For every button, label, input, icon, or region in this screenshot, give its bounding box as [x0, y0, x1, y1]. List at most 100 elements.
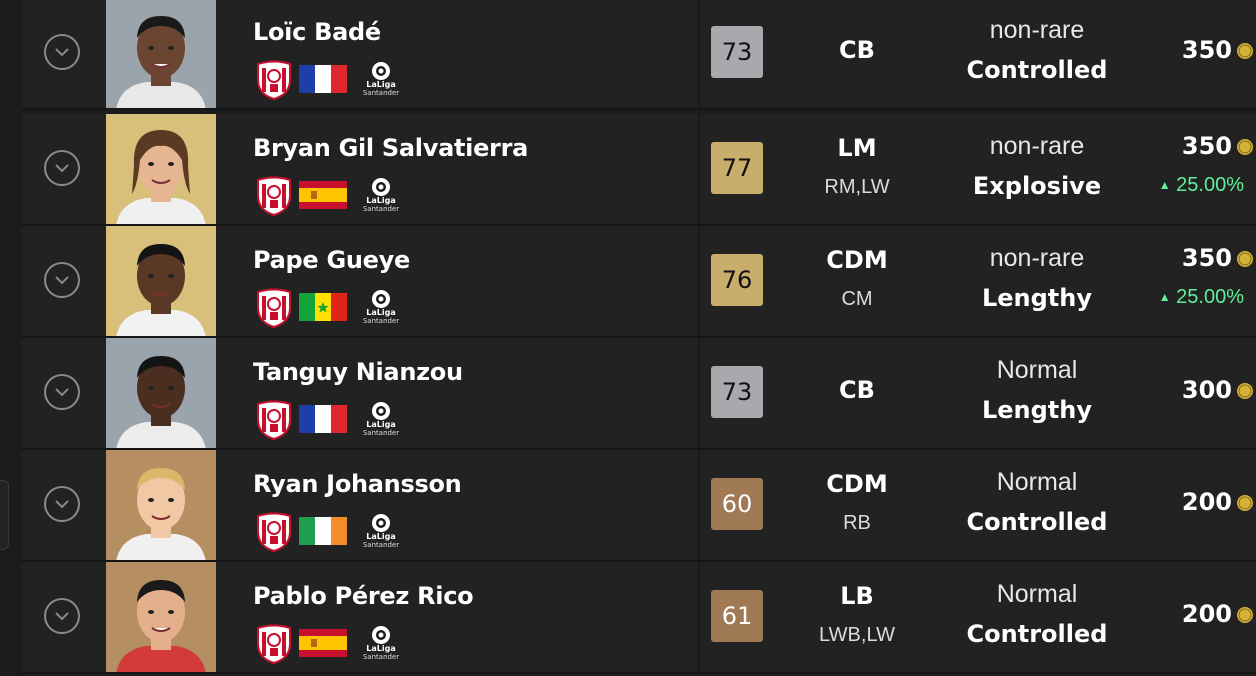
laliga-logo-icon: LaLiga Santander [356, 624, 406, 664]
card-rarity: Normal [996, 356, 1078, 384]
league-logo-text: LaLiga [366, 532, 396, 541]
card-rarity: non-rare [989, 244, 1085, 272]
fut-coin-icon [1236, 250, 1254, 268]
player-name[interactable]: Ryan Johansson [253, 470, 462, 498]
sevilla-crest-icon [256, 512, 292, 553]
main-position: LM [837, 134, 877, 162]
price-value: 350 [1181, 132, 1232, 160]
table-row[interactable]: Ryan Johansson LaLiga Santander 60 CDM R… [22, 450, 1256, 562]
price-change: ▲ 25.00% [1122, 286, 1244, 309]
main-position: CB [839, 36, 875, 64]
column-divider [698, 114, 700, 226]
player-photo [106, 450, 216, 562]
player-name[interactable]: Pablo Pérez Rico [253, 582, 474, 610]
table-row[interactable]: Bryan Gil Salvatierra LaLiga Santander 7… [22, 114, 1256, 226]
player-photo [106, 114, 216, 226]
chevron-down-circle-icon[interactable] [44, 150, 80, 186]
laliga-logo-icon: LaLiga Santander [356, 288, 406, 328]
player-photo [106, 226, 216, 338]
laliga-logo-icon: LaLiga Santander [356, 176, 406, 216]
nation-flag-icon [299, 517, 347, 545]
price-value: 350 [1181, 244, 1232, 272]
price-change-value: 25.00% [1176, 174, 1244, 196]
table-row[interactable]: Pablo Pérez Rico LaLiga Santander 61 LB … [22, 562, 1256, 674]
accelerate-type: Lengthy [981, 284, 1093, 312]
price-value: 350 [1181, 36, 1232, 64]
fut-coin-icon [1236, 42, 1254, 60]
league-logo-subtext: Santander [362, 541, 400, 549]
player-photo [106, 562, 216, 674]
chevron-down-circle-icon[interactable] [44, 374, 80, 410]
league-logo-subtext: Santander [362, 89, 400, 97]
laliga-logo-icon: LaLiga Santander [356, 400, 406, 440]
accelerate-type: Controlled [966, 620, 1108, 648]
rating-badge: 61 [711, 590, 763, 642]
league-logo-subtext: Santander [362, 429, 400, 437]
main-position: CDM [826, 470, 888, 498]
price-value: 200 [1181, 488, 1232, 516]
rating-badge: 76 [711, 254, 763, 306]
alt-positions: LWB,LW [819, 624, 895, 646]
accelerate-type: Controlled [966, 508, 1108, 536]
rating-badge: 77 [711, 142, 763, 194]
card-rarity: Normal [996, 468, 1078, 496]
league-logo-subtext: Santander [362, 653, 400, 661]
league-logo-subtext: Santander [362, 205, 400, 213]
column-divider [698, 562, 700, 674]
chevron-down-circle-icon[interactable] [44, 34, 80, 70]
fut-coin-icon [1236, 138, 1254, 156]
chevron-down-circle-icon[interactable] [44, 486, 80, 522]
triangle-up-icon: ▲ [1158, 290, 1171, 304]
column-divider [698, 0, 700, 110]
accelerate-type: Controlled [966, 56, 1108, 84]
rating-badge: 73 [711, 366, 763, 418]
league-logo-text: LaLiga [366, 420, 396, 429]
fut-coin-icon [1236, 494, 1254, 512]
sevilla-crest-icon [256, 624, 292, 665]
column-divider [698, 338, 700, 450]
chevron-down-circle-icon[interactable] [44, 262, 80, 298]
table-row[interactable]: Tanguy Nianzou LaLiga Santander 73 CB No… [22, 338, 1256, 450]
accelerate-type: Lengthy [981, 396, 1093, 424]
laliga-logo-icon: LaLiga Santander [356, 512, 406, 552]
card-rarity: Normal [996, 580, 1078, 608]
player-photo [106, 338, 216, 450]
price-value: 300 [1181, 376, 1232, 404]
sevilla-crest-icon [256, 176, 292, 217]
nation-flag-icon [299, 181, 347, 209]
main-position: CDM [826, 246, 888, 274]
card-rarity: non-rare [989, 132, 1085, 160]
league-logo-text: LaLiga [366, 644, 396, 653]
league-logo-subtext: Santander [362, 317, 400, 325]
nation-flag-icon [299, 629, 347, 657]
nation-flag-icon [299, 405, 347, 433]
sevilla-crest-icon [256, 288, 292, 329]
alt-positions: RM,LW [824, 176, 890, 198]
chevron-down-circle-icon[interactable] [44, 598, 80, 634]
price-change-value: 25.00% [1176, 286, 1244, 308]
league-logo-text: LaLiga [366, 80, 396, 89]
rating-badge: 73 [711, 26, 763, 78]
fut-coin-icon [1236, 382, 1254, 400]
sevilla-crest-icon [256, 60, 292, 101]
alt-positions: CM [841, 288, 873, 310]
accelerate-type: Explosive [972, 172, 1102, 200]
player-name[interactable]: Pape Gueye [253, 246, 410, 274]
league-logo-text: LaLiga [366, 196, 396, 205]
league-logo-text: LaLiga [366, 308, 396, 317]
main-position: LB [840, 582, 874, 610]
player-name[interactable]: Bryan Gil Salvatierra [253, 134, 528, 162]
main-position: CB [839, 376, 875, 404]
table-row[interactable]: Pape Gueye LaLiga Santander 76 CDM CM no… [22, 226, 1256, 338]
table-row[interactable]: Loïc Badé LaLiga Santander 73 CB non-rar… [22, 0, 1256, 110]
player-name[interactable]: Loïc Badé [253, 18, 381, 46]
alt-positions: RB [843, 512, 871, 534]
nation-flag-icon [299, 293, 347, 321]
scroll-handle[interactable] [0, 480, 9, 550]
fut-coin-icon [1236, 606, 1254, 624]
player-name[interactable]: Tanguy Nianzou [253, 358, 463, 386]
nation-flag-icon [299, 65, 347, 93]
column-divider [698, 450, 700, 562]
laliga-logo-icon: LaLiga Santander [356, 60, 406, 100]
triangle-up-icon: ▲ [1158, 178, 1171, 192]
